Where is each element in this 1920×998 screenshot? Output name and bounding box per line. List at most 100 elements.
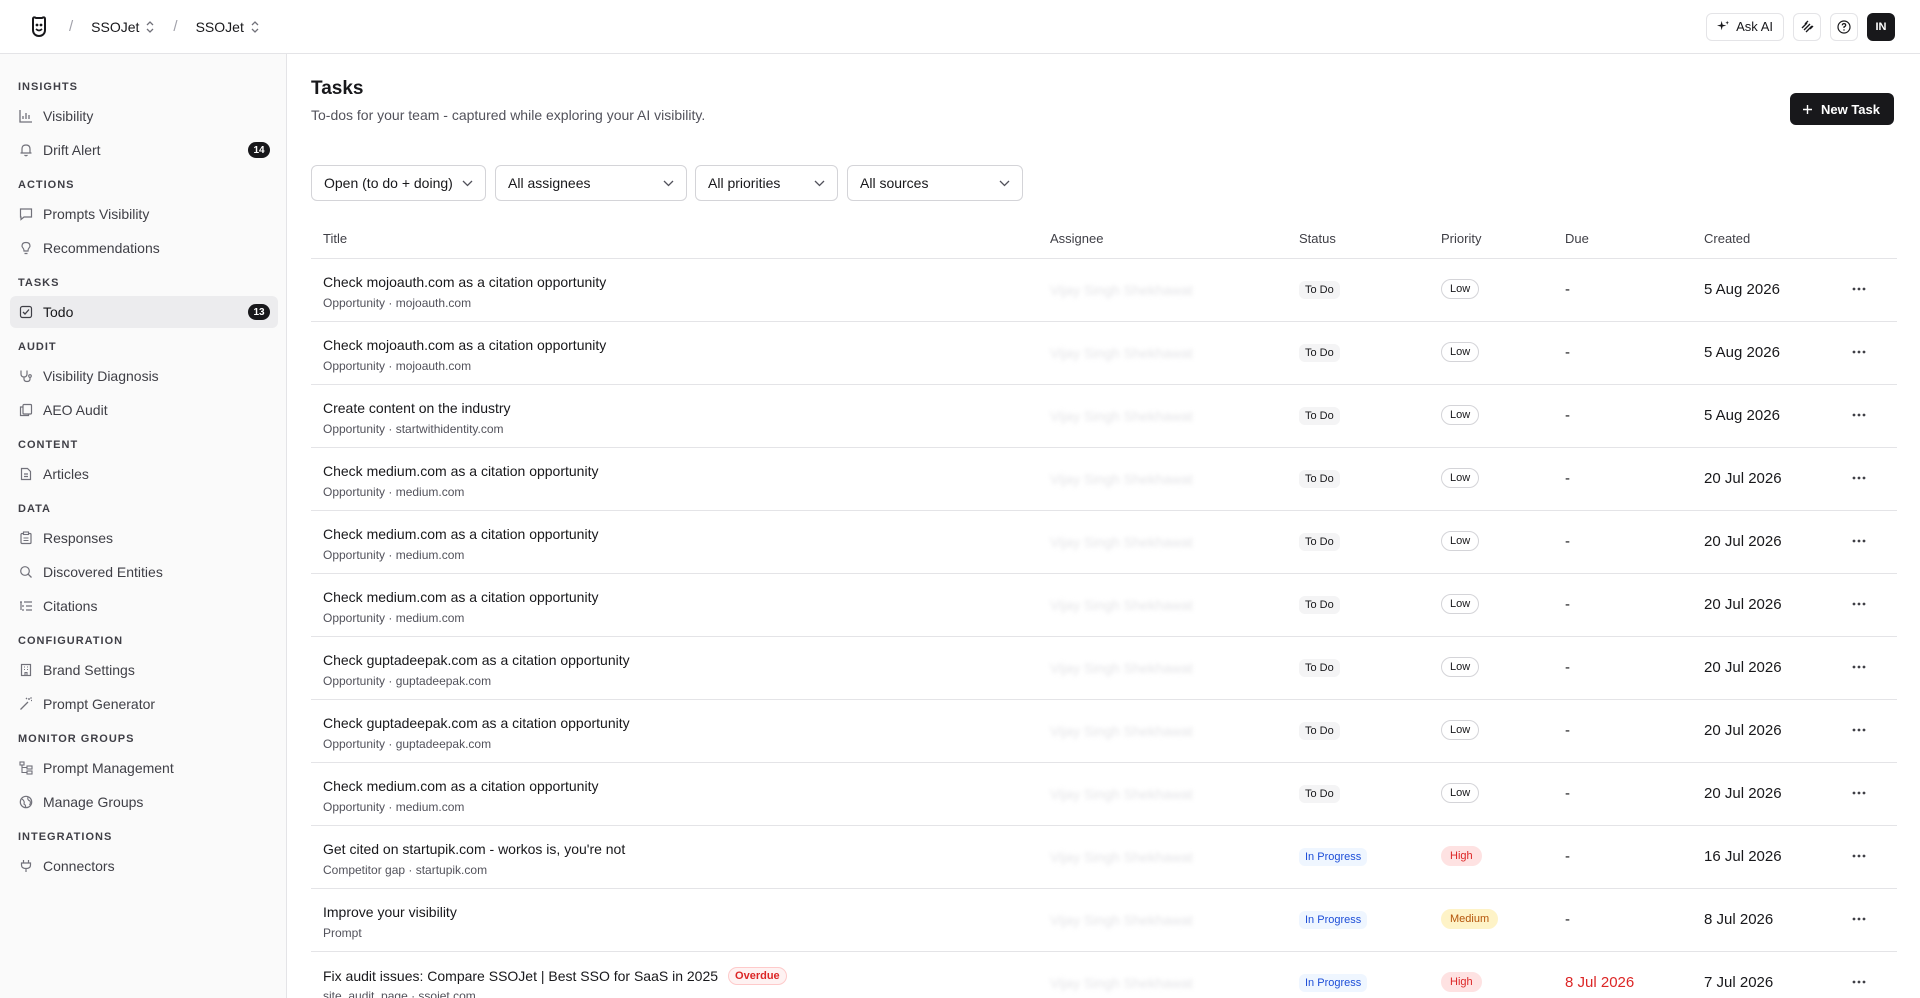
- task-title[interactable]: Check mojoauth.com as a citation opportu…: [323, 337, 606, 353]
- app-logo-icon[interactable]: [27, 15, 51, 39]
- task-title[interactable]: Get cited on startupik.com - workos is, …: [323, 841, 625, 857]
- status-badge[interactable]: To Do: [1299, 596, 1340, 614]
- help-button[interactable]: [1830, 12, 1858, 41]
- sidebar-item-brand-settings[interactable]: Brand Settings: [10, 654, 278, 686]
- status-badge[interactable]: In Progress: [1299, 911, 1368, 929]
- assignee-name[interactable]: Vijay Singh Shekhawat: [1050, 408, 1193, 424]
- sidebar-item-prompt-generator[interactable]: Prompt Generator: [10, 688, 278, 720]
- table-row[interactable]: Check medium.com as a citation opportuni…: [311, 574, 1897, 637]
- sidebar-item-prompt-management[interactable]: Prompt Management: [10, 752, 278, 784]
- status-badge[interactable]: To Do: [1299, 407, 1340, 425]
- status-filter-select[interactable]: Open (to do + doing): [311, 165, 486, 201]
- assignee-name[interactable]: Vijay Singh Shekhawat: [1050, 975, 1193, 991]
- sidebar-item-visibility-diagnosis[interactable]: Visibility Diagnosis: [10, 360, 278, 392]
- more-options-icon[interactable]: [1849, 848, 1869, 864]
- table-row[interactable]: Check mojoauth.com as a citation opportu…: [311, 322, 1897, 385]
- more-options-icon[interactable]: [1849, 407, 1869, 423]
- column-header-priority[interactable]: Priority: [1441, 231, 1481, 246]
- more-options-icon[interactable]: [1849, 659, 1869, 675]
- assignee-name[interactable]: Vijay Singh Shekhawat: [1050, 849, 1193, 865]
- column-header-title[interactable]: Title: [323, 231, 347, 246]
- table-row[interactable]: Check medium.com as a citation opportuni…: [311, 511, 1897, 574]
- more-options-icon[interactable]: [1849, 281, 1869, 297]
- ask-ai-button[interactable]: Ask AI: [1706, 12, 1784, 41]
- status-badge[interactable]: To Do: [1299, 344, 1340, 362]
- priority-badge[interactable]: Low: [1441, 342, 1480, 362]
- priority-badge[interactable]: Low: [1441, 720, 1480, 740]
- more-options-icon[interactable]: [1849, 470, 1869, 486]
- source-filter-select[interactable]: All sources: [847, 165, 1023, 201]
- task-title[interactable]: Check guptadeepak.com as a citation oppo…: [323, 715, 630, 731]
- column-header-due[interactable]: Due: [1565, 231, 1589, 246]
- more-options-icon[interactable]: [1849, 344, 1869, 360]
- task-title[interactable]: Check medium.com as a citation opportuni…: [323, 463, 598, 479]
- priority-badge[interactable]: Medium: [1441, 909, 1499, 929]
- task-title[interactable]: Check guptadeepak.com as a citation oppo…: [323, 652, 630, 668]
- assignee-name[interactable]: Vijay Singh Shekhawat: [1050, 723, 1193, 739]
- table-row[interactable]: Check mojoauth.com as a citation opportu…: [311, 259, 1897, 322]
- sidebar-item-prompts-visibility[interactable]: Prompts Visibility: [10, 198, 278, 230]
- status-badge[interactable]: To Do: [1299, 470, 1340, 488]
- table-row[interactable]: Check medium.com as a citation opportuni…: [311, 763, 1897, 826]
- priority-badge[interactable]: Low: [1441, 279, 1480, 299]
- user-avatar[interactable]: IN: [1867, 12, 1895, 41]
- sidebar-item-visibility[interactable]: Visibility: [10, 100, 278, 132]
- column-header-assignee[interactable]: Assignee: [1050, 231, 1103, 246]
- priority-badge[interactable]: Low: [1441, 594, 1480, 614]
- priority-badge[interactable]: Low: [1441, 531, 1480, 551]
- more-options-icon[interactable]: [1849, 974, 1869, 990]
- status-badge[interactable]: In Progress: [1299, 974, 1368, 992]
- table-row[interactable]: Create content on the industry Opportuni…: [311, 385, 1897, 448]
- integrations-button[interactable]: [1793, 12, 1821, 41]
- table-row[interactable]: Check medium.com as a citation opportuni…: [311, 448, 1897, 511]
- priority-badge[interactable]: Low: [1441, 783, 1480, 803]
- assignee-name[interactable]: Vijay Singh Shekhawat: [1050, 534, 1193, 550]
- status-badge[interactable]: To Do: [1299, 533, 1340, 551]
- assignee-name[interactable]: Vijay Singh Shekhawat: [1050, 786, 1193, 802]
- task-title[interactable]: Check mojoauth.com as a citation opportu…: [323, 274, 606, 290]
- table-row[interactable]: Improve your visibility Prompt Vijay Sin…: [311, 889, 1897, 952]
- more-options-icon[interactable]: [1849, 911, 1869, 927]
- column-header-status[interactable]: Status: [1299, 231, 1336, 246]
- priority-filter-select[interactable]: All priorities: [695, 165, 838, 201]
- assignee-name[interactable]: Vijay Singh Shekhawat: [1050, 345, 1193, 361]
- assignee-name[interactable]: Vijay Singh Shekhawat: [1050, 660, 1193, 676]
- more-options-icon[interactable]: [1849, 533, 1869, 549]
- task-title[interactable]: Improve your visibility: [323, 904, 457, 920]
- more-options-icon[interactable]: [1849, 722, 1869, 738]
- priority-badge[interactable]: Low: [1441, 657, 1480, 677]
- sidebar-item-responses[interactable]: Responses: [10, 522, 278, 554]
- table-row[interactable]: Check guptadeepak.com as a citation oppo…: [311, 637, 1897, 700]
- assignee-name[interactable]: Vijay Singh Shekhawat: [1050, 471, 1193, 487]
- priority-badge[interactable]: High: [1441, 846, 1482, 866]
- column-header-created[interactable]: Created: [1704, 231, 1750, 246]
- status-badge[interactable]: To Do: [1299, 722, 1340, 740]
- assignee-filter-select[interactable]: All assignees: [495, 165, 687, 201]
- sidebar-item-recommendations[interactable]: Recommendations: [10, 232, 278, 264]
- table-row[interactable]: Check guptadeepak.com as a citation oppo…: [311, 700, 1897, 763]
- assignee-name[interactable]: Vijay Singh Shekhawat: [1050, 597, 1193, 613]
- sidebar-item-manage-groups[interactable]: Manage Groups: [10, 786, 278, 818]
- sidebar-item-drift-alert[interactable]: Drift Alert 14: [10, 134, 278, 166]
- sidebar-item-todo[interactable]: Todo 13: [10, 296, 278, 328]
- task-title[interactable]: Check medium.com as a citation opportuni…: [323, 778, 598, 794]
- task-title[interactable]: Check medium.com as a citation opportuni…: [323, 589, 598, 605]
- table-row[interactable]: Fix audit issues: Compare SSOJet | Best …: [311, 952, 1897, 998]
- assignee-name[interactable]: Vijay Singh Shekhawat: [1050, 912, 1193, 928]
- priority-badge[interactable]: Low: [1441, 405, 1480, 425]
- breadcrumb-project-switcher[interactable]: SSOJet: [196, 19, 260, 35]
- status-badge[interactable]: In Progress: [1299, 848, 1368, 866]
- sidebar-item-discovered-entities[interactable]: Discovered Entities: [10, 556, 278, 588]
- priority-badge[interactable]: High: [1441, 972, 1482, 992]
- status-badge[interactable]: To Do: [1299, 659, 1340, 677]
- task-title[interactable]: Check medium.com as a citation opportuni…: [323, 526, 598, 542]
- sidebar-item-aeo-audit[interactable]: AEO Audit: [10, 394, 278, 426]
- more-options-icon[interactable]: [1849, 596, 1869, 612]
- breadcrumb-org-switcher[interactable]: SSOJet: [91, 19, 155, 35]
- status-badge[interactable]: To Do: [1299, 281, 1340, 299]
- task-title[interactable]: Fix audit issues: Compare SSOJet | Best …: [323, 967, 787, 985]
- sidebar-item-connectors[interactable]: Connectors: [10, 850, 278, 882]
- more-options-icon[interactable]: [1849, 785, 1869, 801]
- sidebar-item-citations[interactable]: Citations: [10, 590, 278, 622]
- table-row[interactable]: Get cited on startupik.com - workos is, …: [311, 826, 1897, 889]
